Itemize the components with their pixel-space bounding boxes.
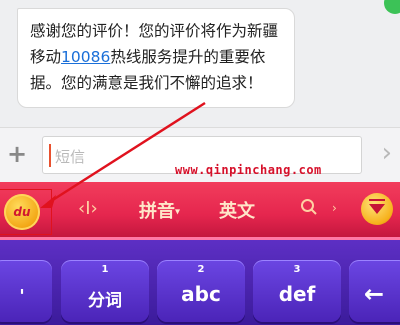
key-number: 2 [197, 264, 205, 275]
key-label: def [278, 282, 316, 306]
send-chevron-icon[interactable]: › [382, 138, 392, 168]
compose-bar: + 短信 www.qinpinchang.com › [0, 127, 400, 182]
key-apostrophe[interactable]: ' [0, 260, 52, 322]
key-1-fenci[interactable]: 1 分词 [61, 260, 149, 322]
annotation-highlight-box [0, 189, 52, 235]
key-number: 3 [293, 264, 301, 275]
backspace-key[interactable]: ← [349, 260, 400, 322]
conversation-area: 感谢您的评价！您的评价将作为新疆移动10086热线服务提升的重要依据。您的满意是… [0, 0, 400, 127]
key-label: ' [19, 286, 25, 307]
key-2-abc[interactable]: 2 abc [157, 260, 245, 322]
key-number: 1 [101, 264, 109, 275]
key-label: 分词 [88, 291, 122, 311]
collapse-line-icon [369, 199, 385, 201]
contact-avatar [384, 0, 400, 14]
keyboard-keys: ' 1 分词 2 abc 3 def ← [0, 240, 400, 325]
chevron-down-icon [369, 204, 385, 214]
pinyin-label: 拼音 [139, 201, 175, 222]
phone-number-link[interactable]: 10086 [61, 48, 110, 66]
sms-placeholder: 短信 [55, 148, 86, 166]
watermark-text: www.qinpinchang.com [175, 163, 322, 177]
key-label: abc [181, 282, 221, 306]
keyboard-toolbar: du ‹I› 拼音▾ 英文 › [0, 182, 400, 240]
dropdown-caret-icon: ▾ [175, 206, 181, 218]
message-bubble: 感谢您的评价！您的评价将作为新疆移动10086热线服务提升的重要依据。您的满意是… [17, 8, 295, 108]
collapse-keyboard-button[interactable] [361, 193, 393, 225]
cursor-move-icon[interactable]: ‹I› [78, 198, 98, 219]
chevron-right-icon: › [332, 201, 337, 215]
key-3-def[interactable]: 3 def [253, 260, 341, 322]
search-icon[interactable] [300, 198, 318, 221]
add-attachment-button[interactable]: + [6, 140, 28, 168]
english-mode-button[interactable]: 英文 [219, 197, 255, 223]
pinyin-mode-button[interactable]: 拼音▾ [139, 197, 180, 223]
text-cursor [49, 144, 51, 167]
bubble-tail [17, 8, 32, 23]
sms-input[interactable]: 短信 www.qinpinchang.com [42, 136, 362, 177]
backspace-icon: ← [363, 280, 385, 308]
